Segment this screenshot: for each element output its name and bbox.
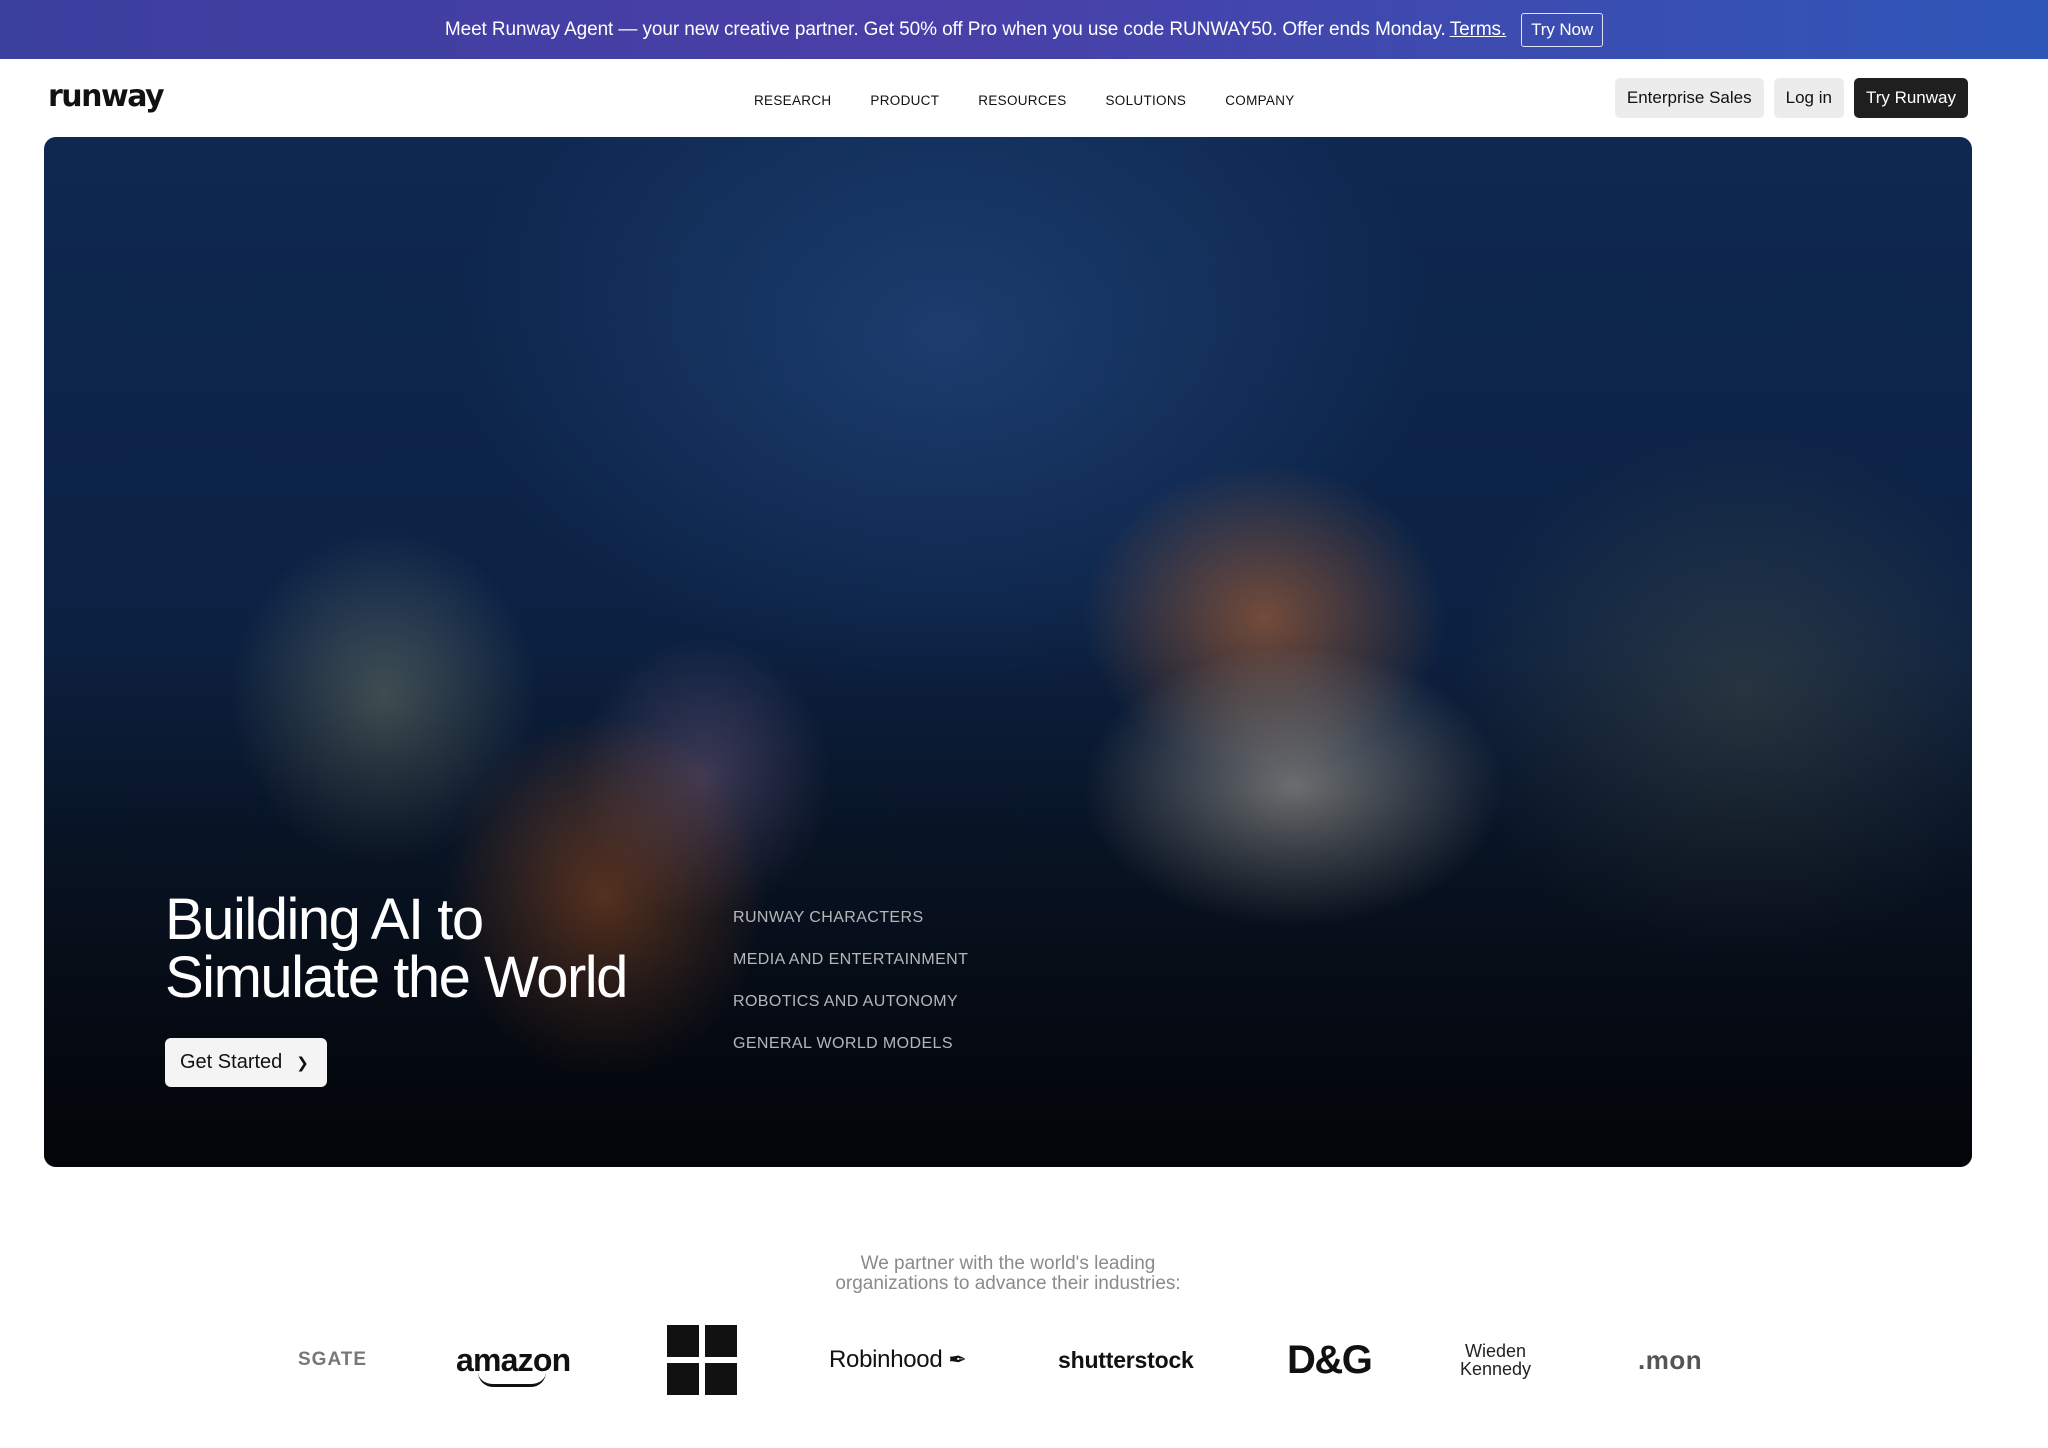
hero-title-line2: Simulate the World [165, 945, 628, 1010]
login-button[interactable]: Log in [1773, 78, 1844, 118]
promo-message: Meet Runway Agent — your new creative pa… [444, 18, 1446, 40]
partners-line2: organizations to advance their industrie… [835, 1273, 1181, 1294]
shutterstock-logo: shutterstock [1058, 1346, 1194, 1373]
robinhood-wordmark: Robinhood [829, 1346, 943, 1373]
chevron-right-icon: ❯ [296, 1054, 309, 1072]
hero-title: Building AI to Simulate the World [165, 891, 628, 1010]
menu-resources[interactable]: RESOURCES [978, 93, 1066, 108]
hero-title-line1: Building AI to [165, 887, 484, 952]
partners-text: We partner with the world's leading orga… [0, 1254, 2016, 1294]
amazon-logo: amazon [456, 1320, 571, 1400]
hero-background-image [44, 137, 1972, 1167]
menu-research[interactable]: RESEARCH [754, 93, 831, 108]
menu-solutions[interactable]: SOLUTIONS [1106, 93, 1187, 108]
promo-banner: Meet Runway Agent — your new creative pa… [0, 0, 2048, 59]
hero-link-characters[interactable]: RUNWAY CHARACTERS [733, 909, 968, 951]
get-started-button[interactable]: Get Started ❯ [165, 1038, 327, 1087]
nav-actions: Enterprise Sales Log in Try Runway [1614, 78, 1968, 118]
hero-link-robotics[interactable]: ROBOTICS AND AUTONOMY [733, 993, 968, 1035]
feather-icon: ✒ [948, 1347, 967, 1372]
mon-logo: .mon [1638, 1344, 1703, 1375]
microsoft-logo-icon [667, 1320, 737, 1400]
menu-product[interactable]: PRODUCT [870, 93, 939, 108]
amazon-smile-icon [478, 1372, 546, 1387]
get-started-label: Get Started [180, 1051, 283, 1073]
wieden-line2: Kennedy [1460, 1359, 1532, 1379]
wieden-kennedy-logo: Wieden Kennedy [1460, 1320, 1531, 1400]
partners-line1: We partner with the world's leading [860, 1253, 1156, 1274]
hero-link-world-models[interactable]: GENERAL WORLD MODELS [733, 1035, 968, 1077]
menu-company[interactable]: COMPANY [1225, 93, 1294, 108]
enterprise-sales-button[interactable]: Enterprise Sales [1614, 78, 1764, 118]
try-now-button[interactable]: Try Now [1521, 12, 1604, 47]
robinhood-logo: Robinhood ✒ [829, 1320, 967, 1400]
sgate-logo: SGATE [298, 1349, 368, 1370]
hero-section: Building AI to Simulate the World Get St… [44, 137, 1972, 1167]
wieden-line1: Wieden [1465, 1341, 1527, 1361]
main-menu: RESEARCH PRODUCT RESOURCES SOLUTIONS COM… [754, 93, 1334, 108]
try-runway-button[interactable]: Try Runway [1853, 78, 1968, 118]
hero-links: RUNWAY CHARACTERS MEDIA AND ENTERTAINMEN… [733, 909, 968, 1077]
runway-logo[interactable]: runway [48, 79, 165, 114]
hero-link-media[interactable]: MEDIA AND ENTERTAINMENT [733, 951, 968, 993]
terms-link[interactable]: Terms. [1450, 19, 1507, 41]
partner-logos: SGATE amazon Robinhood ✒ shutterstock D&… [298, 1320, 1722, 1400]
dg-logo: D&G [1287, 1337, 1373, 1382]
top-nav: runway RESEARCH PRODUCT RESOURCES SOLUTI… [0, 59, 2048, 137]
